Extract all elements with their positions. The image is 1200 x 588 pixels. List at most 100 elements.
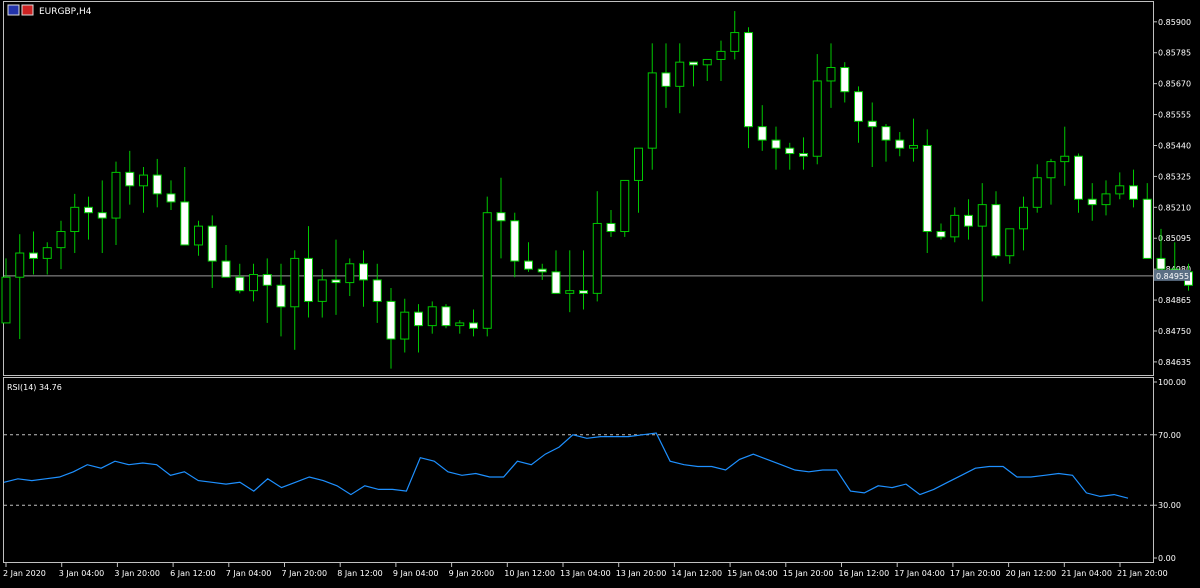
candle-body-bull	[317, 279, 327, 302]
candle-body-bear	[207, 225, 217, 262]
candle-body-bull	[1060, 155, 1070, 163]
time-tick-label: 3 Jan 04:00	[59, 569, 105, 578]
time-tick-label: 9 Jan 04:00	[393, 569, 439, 578]
candle-body-bear	[372, 279, 382, 302]
candle-body-bull	[400, 311, 410, 340]
time-tick-label: 17 Jan 04:00	[894, 569, 945, 578]
candle-body-bear	[551, 271, 561, 294]
candle-body-bull	[592, 222, 602, 294]
candle-body-bear	[304, 257, 313, 302]
candle-body-bear	[359, 263, 368, 281]
candle-body-bear	[895, 139, 905, 149]
candle-body-bear	[276, 284, 286, 308]
candle-body-bull	[702, 58, 712, 66]
rsi-label: RSI(14) 34.76	[7, 383, 62, 392]
time-tick-label: 20 Jan 12:00	[1006, 569, 1057, 578]
candle-body-bear	[881, 126, 891, 141]
candle-body-bear	[469, 322, 478, 329]
candle-body-bear	[262, 274, 272, 286]
rsi-tick-label: 30.00	[1158, 501, 1181, 510]
candle-body-bear	[97, 212, 107, 219]
time-tick-label: 8 Jan 12:00	[337, 569, 383, 578]
price-axis: 0.85900 0.85785 0.85670 0.85555 0.85440 0.853…	[1153, 18, 1191, 367]
candle-body-bear	[799, 153, 808, 157]
candle-body-bear	[785, 147, 795, 155]
candle-body-bear	[1129, 185, 1138, 200]
candle-body-bull	[1019, 206, 1028, 230]
candle-body-bull	[139, 174, 148, 187]
time-tick-label: 17 Jan 20:00	[950, 569, 1001, 578]
rsi-panel-frame	[3, 377, 1154, 563]
price-tick-label: 0.85210	[1158, 203, 1191, 212]
candle-body-bull	[812, 80, 822, 157]
candle-body-bear	[1074, 155, 1083, 200]
candle-body-bull	[1, 276, 11, 324]
candle-body-bear	[661, 72, 671, 87]
candle-body-bull	[1032, 177, 1042, 208]
candle-body-bull	[1046, 161, 1056, 179]
price-tick-label: 0.84750	[1158, 327, 1191, 336]
candle-body-bear	[964, 214, 973, 227]
price-tick-label: 0.85325	[1158, 172, 1191, 181]
time-tick-label: 21 Jan 20:00	[1117, 569, 1168, 578]
candle-body-bear	[1142, 198, 1152, 259]
candle-body-bull	[249, 274, 258, 292]
candle-body-bull	[70, 206, 80, 233]
candle-body-bull	[634, 147, 643, 181]
candle-body-bear	[579, 290, 588, 294]
candle-body-bear	[689, 61, 698, 66]
price-tick-label: 0.84635	[1158, 358, 1191, 367]
candle-body-bull	[290, 257, 300, 308]
price-tick-label: 0.85670	[1158, 80, 1191, 89]
candle-body-bear	[510, 220, 520, 262]
candle-body-bear	[606, 222, 616, 233]
candle-body-bear	[524, 260, 533, 270]
candle-body-bear	[166, 193, 176, 203]
price-tick-label: 0.85555	[1158, 111, 1191, 120]
candle-body-bear	[386, 300, 396, 340]
symbol-flag-icon[interactable]	[21, 4, 34, 16]
rsi-line	[3, 432, 1129, 499]
candle-body-bear	[867, 120, 877, 128]
candle-body-bull	[950, 214, 960, 238]
rsi-tick-label: 0.00	[1158, 554, 1176, 563]
price-tick-label: 0.85440	[1158, 141, 1191, 150]
price-tick-label: 0.85095	[1158, 234, 1191, 243]
candle-body-bear	[854, 91, 863, 122]
time-tick-label: 13 Jan 04:00	[560, 569, 611, 578]
candle-body-bear	[757, 126, 767, 141]
chart-area[interactable]: EURGBP,H4 0.859000.857850.856700.855550.…	[0, 0, 1200, 584]
candle-body-bull	[345, 263, 355, 284]
candle-body-bear	[152, 174, 162, 195]
candle-body-bull	[42, 247, 52, 259]
candle-body-bear	[922, 144, 932, 233]
candle-body-bear	[180, 201, 190, 246]
candle-body-bull	[1115, 185, 1125, 195]
candle-body-bear	[1087, 198, 1097, 206]
candle-body-bear	[331, 279, 341, 284]
candle-body-bull	[455, 322, 465, 327]
time-tick-label: 9 Jan 20:00	[449, 569, 495, 578]
time-tick-label: 21 Jan 04:00	[1061, 569, 1112, 578]
candle-body-bull	[675, 61, 685, 87]
time-tick-label: 6 Jan 12:00	[170, 569, 216, 578]
candle-body-bear	[1156, 257, 1166, 270]
time-tick-label: 15 Jan 20:00	[783, 569, 834, 578]
chart-type-icon[interactable]	[7, 4, 20, 16]
price-tick-label: 0.84865	[1158, 296, 1191, 305]
candlestick-series	[1, 11, 1193, 369]
current-price-tag: 0.84955	[1154, 269, 1190, 281]
candle-body-bull	[1101, 193, 1111, 206]
candle-body-bear	[537, 268, 547, 273]
candle-body-bull	[427, 306, 437, 327]
candle-body-bull	[647, 72, 657, 149]
time-tick-label: 7 Jan 20:00	[282, 569, 328, 578]
window-title-bar: EURGBP,H4	[7, 4, 92, 17]
candle-body-bear	[991, 204, 1001, 257]
candle-body-bull	[716, 50, 726, 60]
time-tick-label: 2 Jan 2020	[3, 569, 46, 578]
candle-body-bull	[620, 179, 630, 233]
candle-body-bear	[744, 32, 753, 128]
candle-body-bear	[29, 252, 38, 259]
candle-body-bear	[414, 311, 423, 327]
